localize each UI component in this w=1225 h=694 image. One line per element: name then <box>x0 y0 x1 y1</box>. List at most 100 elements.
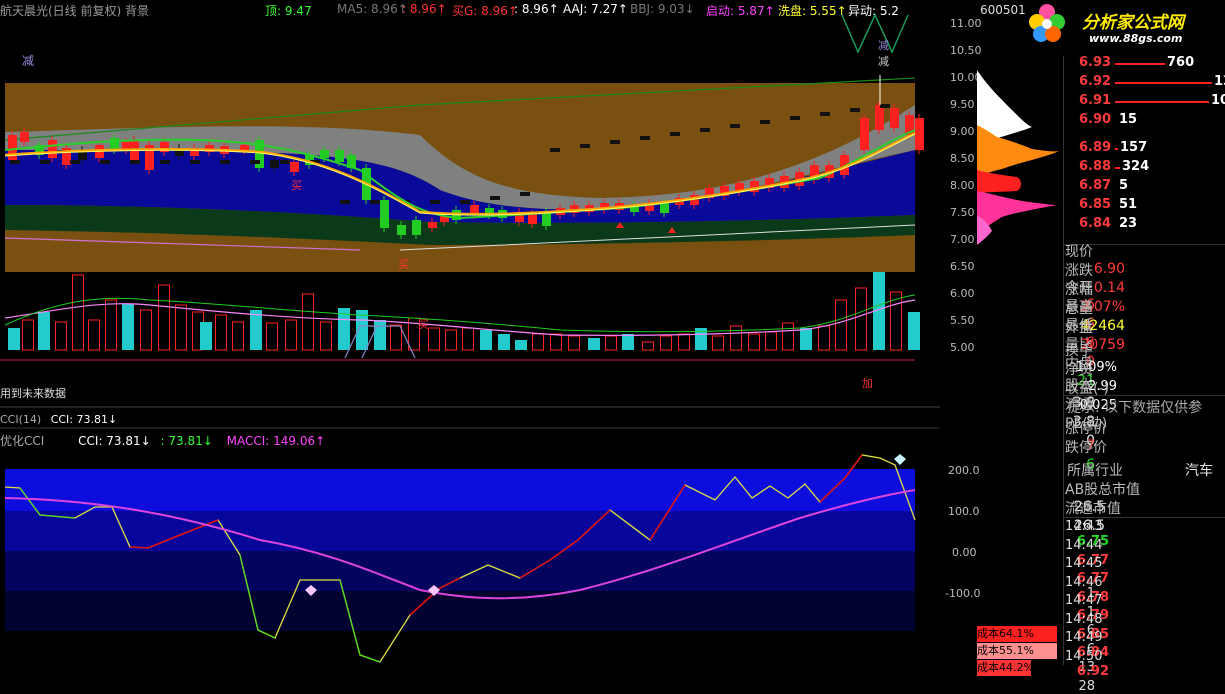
cci-tick: 100.0 <box>948 505 980 518</box>
market-value-label: 流通市值 <box>1065 501 1121 517</box>
diamond-marker <box>894 454 906 465</box>
cci-tick: 0.00 <box>952 546 977 559</box>
stop-marker <box>100 160 110 164</box>
tick-row[interactable]: 14:50 6.92 28 <box>1065 649 1225 694</box>
tick-row[interactable]: 14:47 6.79 6 <box>1065 593 1225 638</box>
volume-bar <box>782 322 794 351</box>
volume-bars <box>8 272 920 351</box>
fundamentals-row: 换手 1.09% 股本 3.8 <box>1065 340 1225 411</box>
quote-label: 现价 <box>1065 244 1093 260</box>
order-price: 6.85 <box>1079 197 1112 212</box>
tick-row[interactable]: 14:43 6.75 <box>1065 519 1225 549</box>
price-tick: 9.00 <box>950 125 975 138</box>
volume-bar <box>285 319 297 351</box>
volume-bar <box>374 320 386 350</box>
cci-header-2: 优化CCI CCI: 73.81↓ : 73.81↓ MACCI: 149.06… <box>0 432 325 449</box>
order-row: 6.89 157 <box>1079 140 1225 158</box>
market-value-row: AB股总市值 26.5 <box>1065 479 1225 515</box>
price-axis: 11.00 10.50 10.00 9.50 9.00 8.50 8.00 7.50 7.00 6… <box>940 0 982 665</box>
stop-marker <box>760 120 770 124</box>
chart-svg[interactable] <box>0 0 940 665</box>
candle <box>890 108 899 128</box>
order-row: 6.92 13 <box>1079 74 1225 92</box>
candle <box>20 132 29 142</box>
stop-marker <box>220 160 230 164</box>
volume-bar <box>232 321 244 351</box>
optimized-cci-secondary: : 73.81↓ <box>160 434 213 448</box>
buy-label: 买 <box>398 258 409 271</box>
sell-label: 减 <box>878 39 889 52</box>
price-tick: 8.00 <box>950 179 975 192</box>
candle <box>335 150 344 162</box>
volume-bar <box>800 328 812 350</box>
cci-band-3 <box>5 551 915 591</box>
candle <box>397 225 406 235</box>
industry-value: 汽车 <box>1185 463 1213 479</box>
stop-marker <box>520 192 530 196</box>
candle <box>270 160 279 168</box>
order-bar <box>1115 148 1118 150</box>
price-tick: 6.50 <box>950 260 975 273</box>
volume-bar <box>158 284 170 351</box>
stop-marker <box>700 128 710 132</box>
tick-time: 14:47 <box>1065 593 1103 608</box>
stop-marker <box>40 160 50 164</box>
stop-marker <box>130 160 140 164</box>
stop-marker <box>880 104 890 108</box>
order-bar <box>1115 101 1209 103</box>
order-price: 6.93 <box>1079 55 1112 70</box>
stop-marker <box>820 112 830 116</box>
chart-area[interactable]: 航天晨光(日线 前复权) 背景 顶: 9.47 MA5: 8.96↑: 8.96↑… <box>0 0 975 665</box>
volume-bar <box>55 321 67 351</box>
order-bar <box>1115 82 1212 84</box>
order-volume: 157 <box>1120 140 1148 155</box>
volume-bar <box>835 299 847 351</box>
tick-row[interactable]: 14:44 6.77 <box>1065 538 1225 568</box>
plus-label: 加 <box>862 377 873 390</box>
cost-bar: 成本44.2% <box>977 660 1031 676</box>
volume-bar <box>140 309 152 351</box>
volume-bar <box>480 330 492 350</box>
stop-marker <box>580 144 590 148</box>
price-tick: 5.50 <box>950 314 975 327</box>
tick-row[interactable]: 14:48 6.85 6 <box>1065 611 1225 657</box>
volume-bar <box>712 335 724 351</box>
volume-bar <box>568 335 580 351</box>
fundamentals-label: 换手 <box>1065 343 1093 359</box>
stop-marker <box>370 200 380 204</box>
sell-label: 减 <box>878 55 889 68</box>
limit-row: 涨停价 7 <box>1065 418 1225 454</box>
optimized-cci-name: 优化CCI <box>0 434 45 448</box>
order-volume: 324 <box>1122 159 1150 174</box>
order-row: 6.85 51 <box>1079 197 1225 215</box>
candle <box>110 138 119 150</box>
cci-header-1: CCI(14) CCI: 73.81↓ <box>0 413 117 426</box>
volume-bar <box>122 304 134 350</box>
order-volume: 23 <box>1119 216 1138 231</box>
quote-label: 总量 <box>1065 301 1093 317</box>
stock-code: 600501 <box>980 3 1026 17</box>
cci-tick: 200.0 <box>948 464 980 477</box>
divider <box>1063 517 1225 518</box>
vol-ma-pink <box>4 299 916 336</box>
candle <box>380 200 389 228</box>
buy-label: 买 <box>291 179 302 192</box>
stop-marker <box>850 108 860 112</box>
stop-marker <box>70 160 80 164</box>
vol-ma-green <box>4 294 916 333</box>
buy-label: 买 <box>418 318 429 331</box>
stop-marker <box>190 160 200 164</box>
order-row: 6.93 760 <box>1079 55 1225 73</box>
volume-bar <box>72 274 84 351</box>
volume-bar <box>462 327 474 351</box>
tick-row[interactable]: 14:45 6.77 1 <box>1065 556 1225 601</box>
stop-marker <box>160 160 170 164</box>
quote-label: 涨跌 <box>1065 263 1093 279</box>
volume-bar <box>445 329 457 351</box>
quote-row: 总量 42464 量比 0 <box>1065 298 1225 370</box>
quote-row: 涨幅 2.07% 最低 6 <box>1065 279 1225 351</box>
tick-row[interactable]: 14:49 6.84 13 <box>1065 630 1225 675</box>
tick-time: 14:48 <box>1065 611 1103 627</box>
tick-time: 14:43 <box>1065 519 1103 534</box>
tick-row[interactable]: 14:46 6.78 1 <box>1065 575 1225 620</box>
